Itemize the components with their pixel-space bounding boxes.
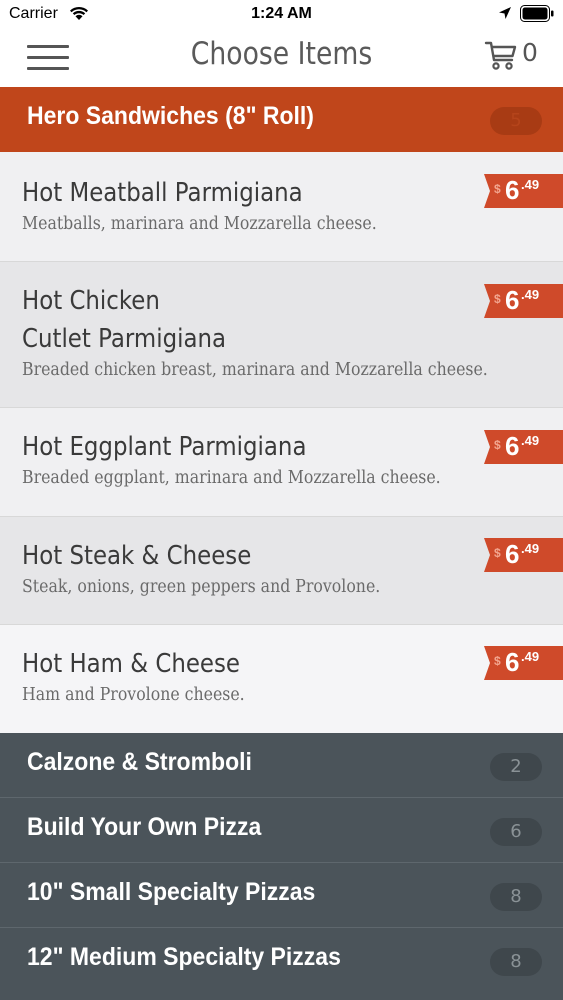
price-whole: 6 <box>505 431 520 461</box>
cart-count[interactable]: 0 <box>522 38 538 67</box>
category-header-small-specialty-pizzas[interactable]: 10" Small Specialty Pizzas 8 <box>0 862 563 927</box>
location-arrow-icon <box>499 7 511 19</box>
category-header-calzone-stromboli[interactable]: Calzone & Stromboli 2 <box>0 733 563 798</box>
category-item-count: 8 <box>490 948 542 976</box>
item-description: Ham and Provolone cheese. <box>22 685 245 705</box>
price-currency: $ <box>494 654 501 668</box>
item-description: Meatballs, marinara and Mozzarella chees… <box>22 214 377 234</box>
item-name: Hot Steak & Cheese <box>22 541 252 571</box>
item-name-line2: Cutlet Parmigiana <box>22 324 226 354</box>
item-name: Hot Chicken <box>22 286 160 316</box>
price-tag: $ 6 .49 <box>484 174 563 208</box>
category-name: Build Your Own Pizza <box>27 813 262 841</box>
category-name: Calzone & Stromboli <box>27 748 252 776</box>
price-currency: $ <box>494 292 501 306</box>
category-header-medium-specialty-pizzas[interactable]: 12" Medium Specialty Pizzas 8 <box>0 927 563 992</box>
menu-item[interactable]: Hot Meatball Parmigiana Meatballs, marin… <box>0 152 563 262</box>
menu-item[interactable]: Hot Steak & Cheese Steak, onions, green … <box>0 517 563 625</box>
item-description: Breaded chicken breast, marinara and Moz… <box>22 360 488 380</box>
item-name: Hot Eggplant Parmigiana <box>22 432 307 462</box>
status-bar: Carrier 1:24 AM <box>0 0 563 30</box>
cart-icon[interactable] <box>484 38 518 72</box>
item-name: Hot Ham & Cheese <box>22 649 240 679</box>
price-cents: .49 <box>521 287 540 302</box>
menu-item[interactable]: Hot Ham & Cheese Ham and Provolone chees… <box>0 625 563 733</box>
price-currency: $ <box>494 182 501 196</box>
menu-item[interactable]: Hot Chicken Cutlet Parmigiana Breaded ch… <box>0 262 563 408</box>
price-currency: $ <box>494 546 501 560</box>
category-item-count: 6 <box>490 818 542 846</box>
category-name: 10" Small Specialty Pizzas <box>27 878 316 906</box>
category-name: 12" Medium Specialty Pizzas <box>27 943 341 971</box>
price-tag: $ 6 .49 <box>484 538 563 572</box>
nav-bar: Choose Items 0 <box>0 30 563 87</box>
category-item-count: 8 <box>490 883 542 911</box>
price-cents: .49 <box>521 177 540 192</box>
clock: 1:24 AM <box>251 5 312 22</box>
price-currency: $ <box>494 438 501 452</box>
menu-item[interactable]: Hot Eggplant Parmigiana Breaded eggplant… <box>0 408 563 517</box>
category-name: Hero Sandwiches (8" Roll) <box>27 102 314 130</box>
price-whole: 6 <box>505 647 520 677</box>
item-name: Hot Meatball Parmigiana <box>22 178 303 208</box>
price-tag: $ 6 .49 <box>484 646 563 680</box>
price-cents: .49 <box>521 541 540 556</box>
item-description: Breaded eggplant, marinara and Mozzarell… <box>22 468 441 488</box>
category-item-count: 2 <box>490 753 542 781</box>
battery-icon <box>520 5 554 22</box>
category-header-hero-sandwiches[interactable]: Hero Sandwiches (8" Roll) 5 <box>0 87 563 152</box>
price-cents: .49 <box>521 433 540 448</box>
price-whole: 6 <box>505 539 520 569</box>
price-cents: .49 <box>521 649 540 664</box>
page-title: Choose Items <box>190 36 373 72</box>
price-tag: $ 6 .49 <box>484 284 563 318</box>
category-header-build-your-own-pizza[interactable]: Build Your Own Pizza 6 <box>0 797 563 862</box>
price-whole: 6 <box>505 285 520 315</box>
price-whole: 6 <box>505 175 520 205</box>
category-item-count: 5 <box>490 107 542 135</box>
price-tag: $ 6 .49 <box>484 430 563 464</box>
item-description: Steak, onions, green peppers and Provolo… <box>22 577 381 597</box>
